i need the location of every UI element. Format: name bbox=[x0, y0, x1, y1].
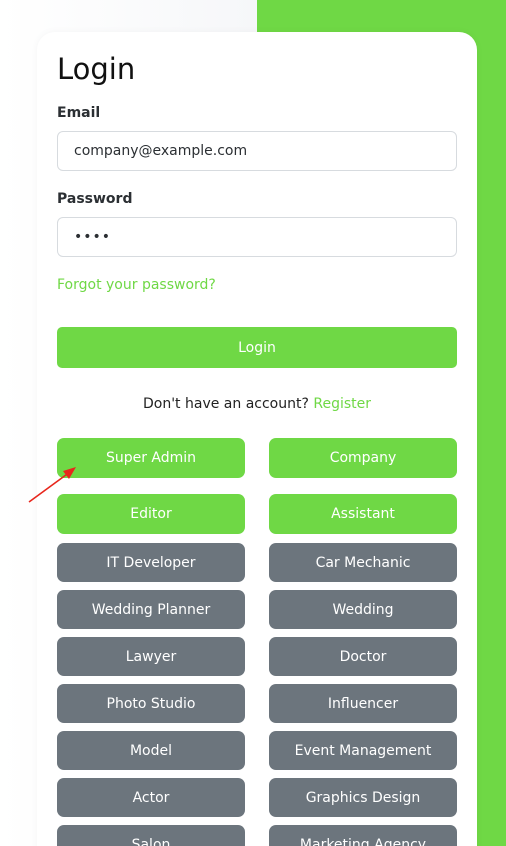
password-input[interactable] bbox=[57, 217, 457, 257]
role-button-marketing-agency[interactable]: Marketing Agency bbox=[269, 825, 457, 846]
role-button-salon[interactable]: Salon bbox=[57, 825, 245, 846]
role-button-assistant[interactable]: Assistant bbox=[269, 494, 457, 534]
role-button-graphics-design[interactable]: Graphics Design bbox=[269, 778, 457, 817]
register-prompt: Don't have an account? Register bbox=[37, 395, 477, 413]
role-button-influencer[interactable]: Influencer bbox=[269, 684, 457, 723]
page-title: Login bbox=[57, 52, 136, 86]
role-button-actor[interactable]: Actor bbox=[57, 778, 245, 817]
register-link[interactable]: Register bbox=[313, 396, 371, 412]
forgot-password-link[interactable]: Forgot your password? bbox=[57, 276, 216, 294]
password-label: Password bbox=[57, 191, 133, 207]
role-button-wedding-planner[interactable]: Wedding Planner bbox=[57, 590, 245, 629]
role-button-model[interactable]: Model bbox=[57, 731, 245, 770]
role-button-car-mechanic[interactable]: Car Mechanic bbox=[269, 543, 457, 582]
login-button[interactable]: Login bbox=[57, 327, 457, 368]
login-card: Login Email Password Forgot your passwor… bbox=[37, 32, 477, 846]
role-button-editor[interactable]: Editor bbox=[57, 494, 245, 534]
role-button-lawyer[interactable]: Lawyer bbox=[57, 637, 245, 676]
role-button-super-admin[interactable]: Super Admin bbox=[57, 438, 245, 478]
email-input[interactable] bbox=[57, 131, 457, 171]
role-button-event-management[interactable]: Event Management bbox=[269, 731, 457, 770]
role-button-wedding[interactable]: Wedding bbox=[269, 590, 457, 629]
role-button-photo-studio[interactable]: Photo Studio bbox=[57, 684, 245, 723]
role-button-doctor[interactable]: Doctor bbox=[269, 637, 457, 676]
no-account-text: Don't have an account? bbox=[142, 396, 309, 412]
role-button-company[interactable]: Company bbox=[269, 438, 457, 478]
email-label: Email bbox=[57, 105, 101, 121]
role-button-it-developer[interactable]: IT Developer bbox=[57, 543, 245, 582]
